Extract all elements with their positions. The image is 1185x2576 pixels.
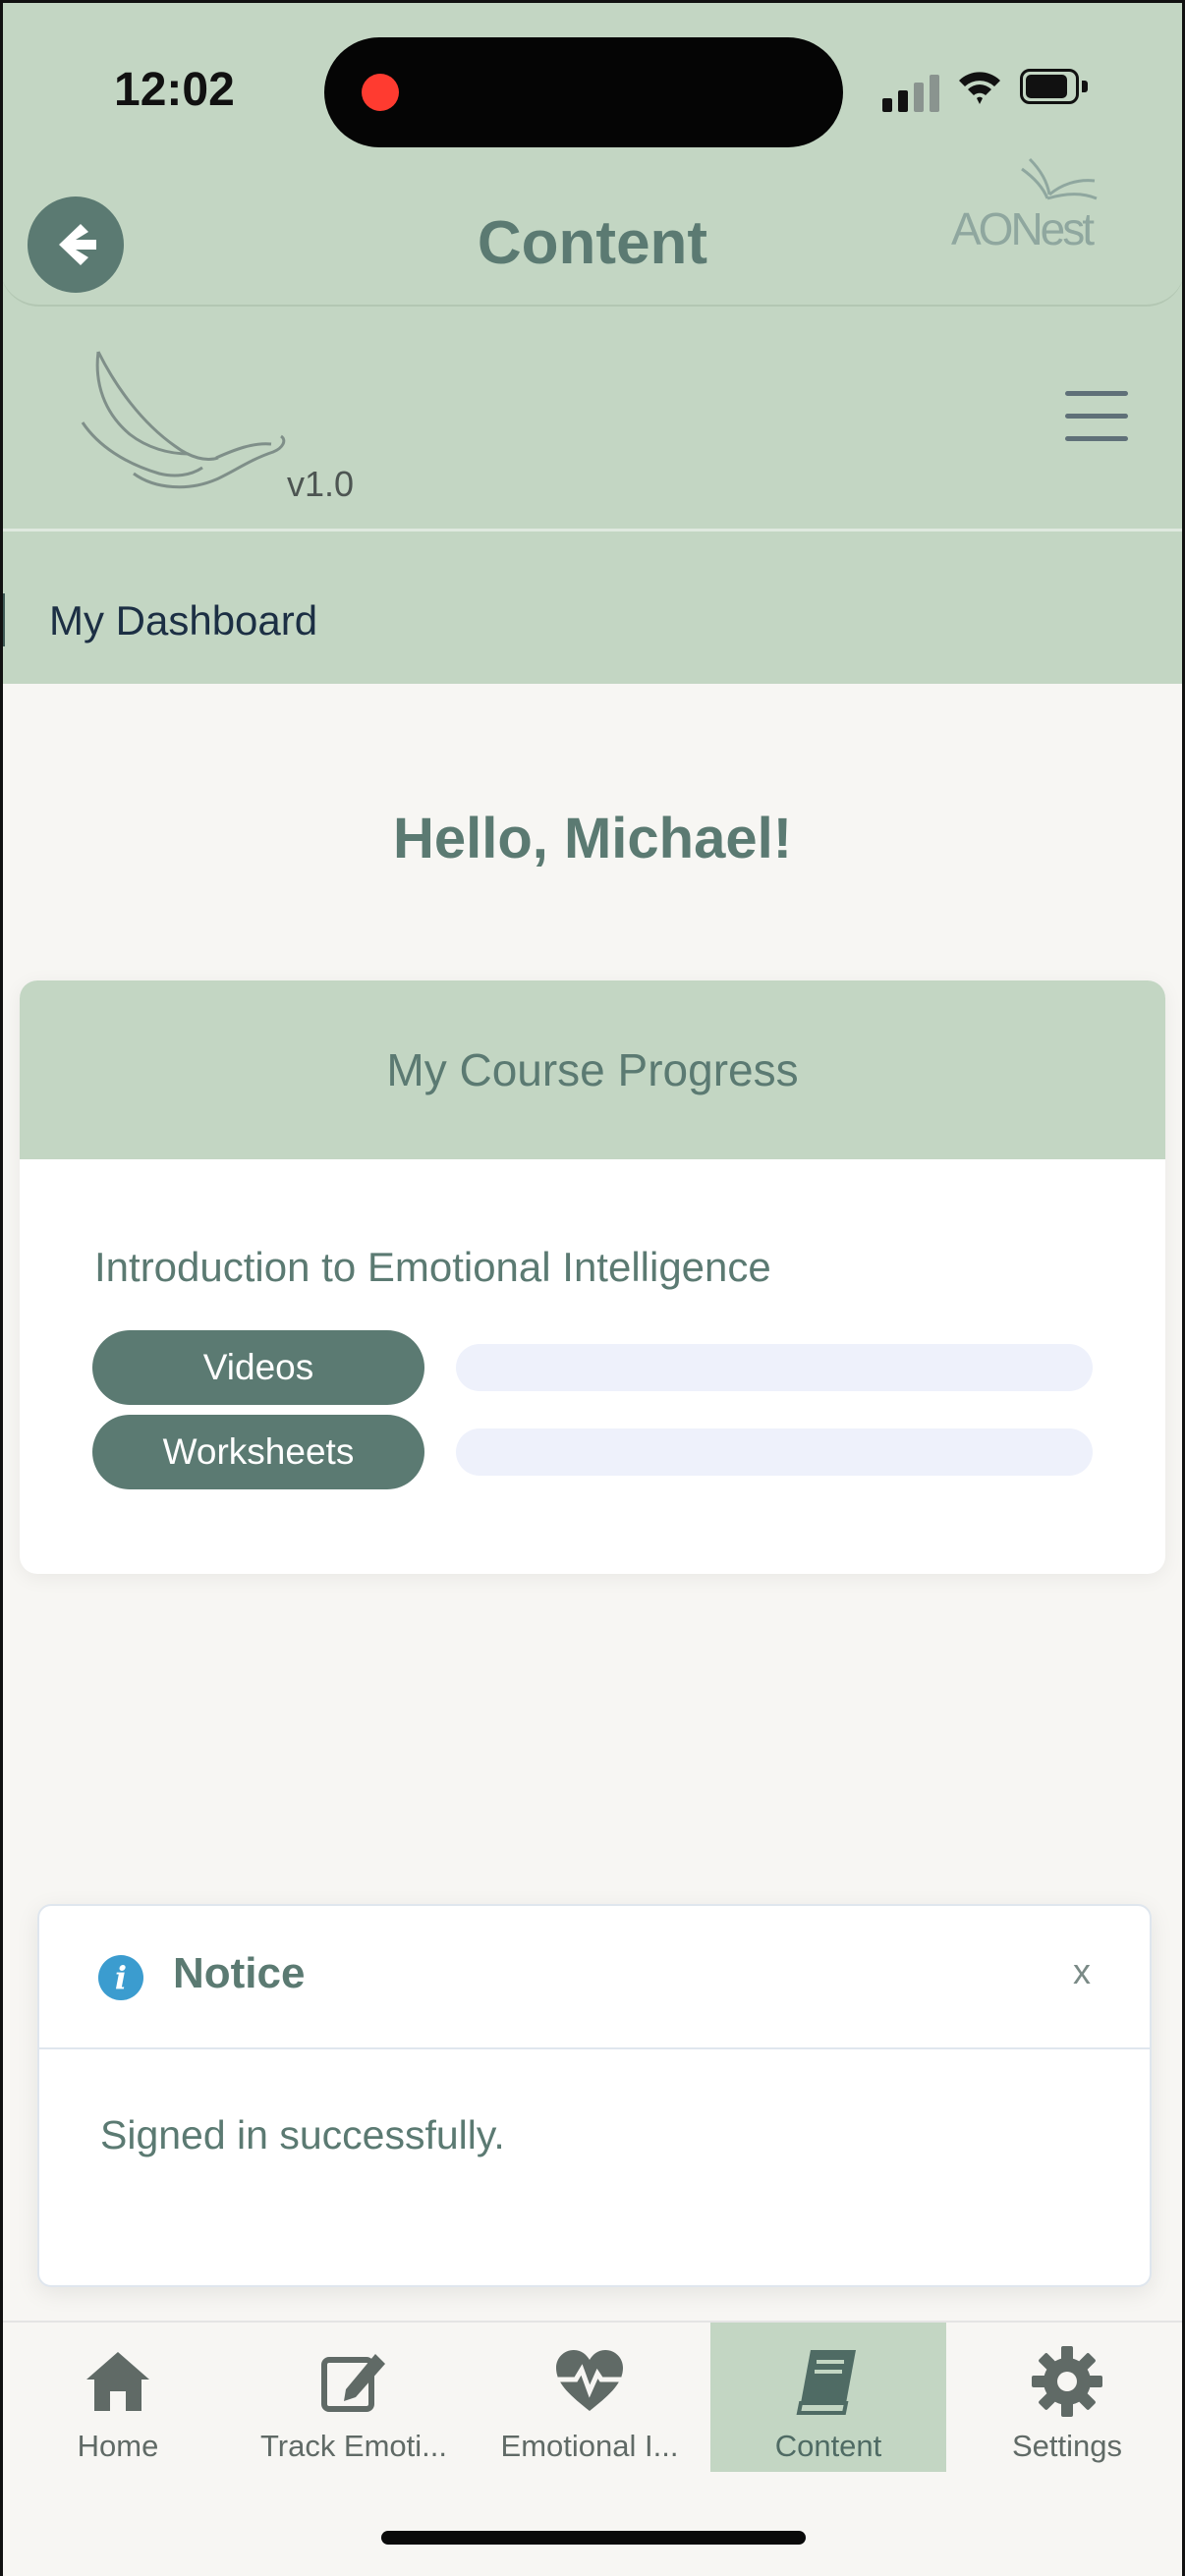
tab-label: Home: [77, 2429, 159, 2463]
dynamic-island: [324, 37, 843, 147]
tab-content[interactable]: Content: [710, 2323, 946, 2472]
tab-emotional-intelligence[interactable]: Emotional I...: [472, 2323, 707, 2472]
gear-icon: [1032, 2346, 1102, 2417]
breadcrumb-label[interactable]: My Dashboard: [49, 597, 317, 644]
breadcrumb-accent: [0, 593, 5, 646]
edit-icon: [321, 2354, 385, 2412]
book-icon: [796, 2350, 856, 2415]
tab-label: Track Emoti...: [259, 2429, 448, 2463]
tab-home[interactable]: Home: [0, 2323, 236, 2472]
navigation-header: 12:02 Content AONest: [0, 0, 1185, 307]
notice-toast: i Notice x Signed in successfully.: [37, 1904, 1152, 2287]
tab-track-emotions[interactable]: Track Emoti...: [236, 2323, 472, 2472]
cellular-signal-icon: [882, 69, 943, 112]
worksheets-progress-bar: [456, 1428, 1093, 1476]
card-title: My Course Progress: [20, 980, 1165, 1159]
close-icon[interactable]: x: [1073, 1951, 1091, 1992]
wing-logo: [81, 351, 286, 489]
heartbeat-icon: [556, 2350, 623, 2411]
wifi-icon: [959, 72, 1000, 104]
home-indicator[interactable]: [381, 2531, 806, 2545]
greeting-heading: Hello, Michael!: [392, 807, 793, 870]
tab-bar: Home Track Emoti... Emotional I... Conte…: [0, 2321, 1185, 2472]
videos-progress-bar: [456, 1344, 1093, 1391]
menu-icon[interactable]: [1065, 391, 1128, 442]
recording-indicator-icon: [362, 74, 399, 111]
worksheets-pill[interactable]: Worksheets: [92, 1415, 424, 1489]
notice-title: Notice: [173, 1949, 306, 1997]
tab-label: Settings: [1011, 2429, 1122, 2463]
status-time: 12:02: [114, 64, 235, 116]
tab-settings[interactable]: Settings: [949, 2323, 1185, 2472]
battery-icon: [1020, 69, 1091, 106]
tab-label: Emotional I...: [500, 2429, 679, 2463]
notice-header: i Notice x: [39, 1906, 1150, 2049]
home-icon: [86, 2352, 149, 2411]
course-title[interactable]: Introduction to Emotional Intelligence: [94, 1244, 771, 1291]
app-version: v1.0: [287, 464, 355, 504]
videos-pill[interactable]: Videos: [92, 1330, 424, 1405]
tab-label: Content: [774, 2429, 882, 2463]
info-icon: i: [98, 1955, 143, 2000]
notice-message: Signed in successfully.: [100, 2112, 505, 2157]
brand-wordmark: AONest: [951, 203, 1095, 254]
course-progress-card: My Course Progress Introduction to Emoti…: [20, 980, 1165, 1574]
